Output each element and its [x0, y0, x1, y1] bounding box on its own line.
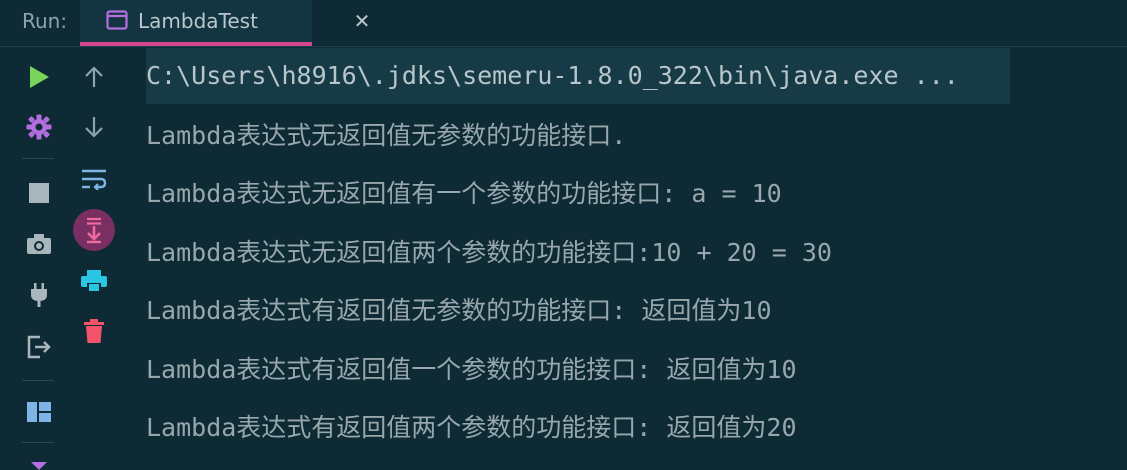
- toolbar-separator: [22, 158, 54, 159]
- print-icon[interactable]: [77, 264, 111, 298]
- trash-icon[interactable]: [77, 314, 111, 348]
- stop-icon[interactable]: [22, 176, 56, 210]
- run-icon[interactable]: [22, 60, 56, 94]
- scroll-to-end-icon[interactable]: [72, 208, 116, 252]
- run-toolbar: Run: LambdaTest ✕: [0, 0, 1127, 47]
- tab-active-indicator: [80, 42, 312, 46]
- down-arrow-icon[interactable]: [77, 110, 111, 144]
- tab-label: LambdaTest: [138, 9, 258, 33]
- plug-icon[interactable]: [22, 278, 56, 312]
- command-line-row[interactable]: C:\Users\h8916\.jdks\semeru-1.8.0_322\bi…: [146, 48, 1010, 104]
- console-line: Lambda表达式无返回值两个参数的功能接口:10 + 20 = 30: [146, 238, 832, 267]
- soft-wrap-icon[interactable]: [77, 162, 111, 196]
- console-line: Lambda表达式无返回值无参数的功能接口.: [146, 121, 627, 150]
- filter-icon[interactable]: [22, 456, 56, 470]
- console-window-icon: [106, 10, 128, 30]
- toolbar-separator: [22, 442, 54, 443]
- console-output[interactable]: C:\Users\h8916\.jdks\semeru-1.8.0_322\bi…: [146, 48, 1127, 470]
- run-label: Run:: [22, 9, 68, 33]
- run-tool-window: Run: LambdaTest ✕ C:\Users\h8916\.jdks\s…: [0, 0, 1127, 470]
- camera-icon[interactable]: [22, 227, 56, 261]
- console-line: Lambda表达式无返回值有一个参数的功能接口: a = 10: [146, 179, 782, 208]
- toolbar-separator: [22, 380, 54, 381]
- tab-lambdatest[interactable]: LambdaTest ✕: [80, 0, 370, 46]
- settings-icon[interactable]: [22, 110, 56, 144]
- exit-icon[interactable]: [22, 330, 56, 364]
- console-line: Lambda表达式有返回值一个参数的功能接口: 返回值为10: [146, 355, 797, 384]
- console-line: Lambda表达式有返回值两个参数的功能接口: 返回值为20: [146, 413, 797, 442]
- java-command-line[interactable]: C:\Users\h8916\.jdks\semeru-1.8.0_322\bi…: [146, 60, 959, 92]
- close-icon[interactable]: ✕: [352, 10, 372, 32]
- console-line: Lambda表达式有返回值无参数的功能接口: 返回值为10: [146, 296, 772, 325]
- up-arrow-icon[interactable]: [77, 60, 111, 94]
- layout-icon[interactable]: [22, 395, 56, 429]
